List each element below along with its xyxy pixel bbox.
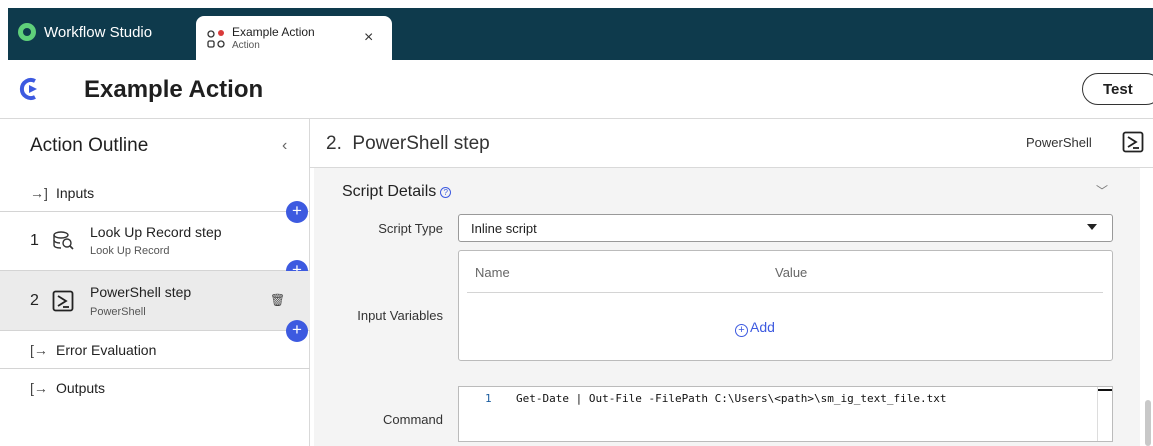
tab-example-action[interactable]: Example Action Action × xyxy=(196,16,392,60)
caret-down-icon xyxy=(1087,224,1097,230)
step-title: Look Up Record step xyxy=(90,224,222,240)
brand[interactable]: Workflow Studio xyxy=(18,14,152,50)
sidebar-step-2[interactable]: 2 PowerShell step PowerShell 🗑 xyxy=(0,271,310,331)
command-code: Get-Date | Out-File -FilePath C:\Users\<… xyxy=(516,392,947,405)
delete-step-icon[interactable]: 🗑 xyxy=(270,293,285,307)
add-variable-button[interactable]: + Add xyxy=(735,319,775,337)
input-arrow-icon: →] xyxy=(30,185,48,201)
top-bar-background xyxy=(8,8,1153,60)
editor-scrollbar[interactable] xyxy=(1097,387,1112,441)
add-label: Add xyxy=(750,319,775,335)
test-button[interactable]: Test xyxy=(1082,73,1153,105)
top-bar: Workflow Studio Example Action Action × xyxy=(0,0,1153,60)
input-variables-table: Name Value + Add xyxy=(458,250,1113,361)
column-name: Name xyxy=(475,265,510,280)
exit-arrow-icon: [→ xyxy=(30,380,48,396)
powershell-icon xyxy=(52,290,74,312)
powershell-icon xyxy=(1122,131,1144,153)
command-label: Command xyxy=(383,412,443,427)
section-title-text: Script Details xyxy=(342,183,437,200)
step-subtitle: PowerShell xyxy=(90,306,146,318)
add-circle-icon: + xyxy=(735,324,748,337)
sidebar-step-1[interactable]: 1 Look Up Record step Look Up Record xyxy=(0,212,310,271)
chevron-down-icon[interactable]: ﹀ xyxy=(1096,182,1108,199)
brand-name: Workflow Studio xyxy=(44,23,153,41)
page-title: Example Action xyxy=(84,76,264,103)
action-flow-icon xyxy=(207,30,225,48)
sidebar-item-outputs[interactable]: [→ Outputs xyxy=(0,369,310,409)
line-number: 1 xyxy=(485,392,492,405)
script-details-panel: Script Details? ﹀ Script Type Inline scr… xyxy=(314,168,1140,446)
tab-close-button[interactable]: × xyxy=(364,29,373,47)
outline-title: Action Outline xyxy=(30,135,149,156)
action-outline-sidebar: Action Outline ‹ →] Inputs + 1 Look Up R… xyxy=(0,118,310,446)
input-variables-label: Input Variables xyxy=(357,308,443,323)
lookup-record-icon xyxy=(53,231,74,250)
page-header: Example Action Test xyxy=(0,60,1153,118)
collapse-sidebar-button[interactable]: ‹ xyxy=(282,137,287,155)
action-icon xyxy=(19,78,37,100)
step-subtitle: Look Up Record xyxy=(90,245,170,257)
column-value: Value xyxy=(775,265,808,280)
section-title: Script Details? xyxy=(342,183,452,201)
brand-logo-icon xyxy=(18,23,36,41)
step-header: 2. PowerShell step PowerShell xyxy=(310,118,1153,168)
tab-title: Example Action xyxy=(232,25,315,39)
sidebar-item-label: Inputs xyxy=(56,185,95,201)
step-number: 1 xyxy=(30,232,39,249)
script-type-label: Script Type xyxy=(378,221,443,236)
sidebar-item-label: Outputs xyxy=(56,380,106,396)
page-scrollbar[interactable] xyxy=(1145,400,1151,446)
help-icon[interactable]: ? xyxy=(440,187,452,198)
sidebar-item-error-evaluation[interactable]: [→ Error Evaluation xyxy=(0,331,310,369)
exit-arrow-icon: [→ xyxy=(30,342,48,358)
step-type-label: PowerShell xyxy=(1026,135,1092,150)
step-number: 2 xyxy=(30,292,39,309)
step-heading: 2. PowerShell step xyxy=(326,133,490,154)
script-type-value: Inline script xyxy=(471,221,537,236)
sidebar-item-inputs[interactable]: →] Inputs xyxy=(0,174,310,212)
script-type-select[interactable]: Inline script xyxy=(458,214,1113,242)
sidebar-item-label: Error Evaluation xyxy=(56,342,157,358)
step-title: PowerShell step xyxy=(90,284,192,300)
tab-subtitle: Action xyxy=(232,40,260,51)
command-editor[interactable]: 1 Get-Date | Out-File -FilePath C:\Users… xyxy=(458,386,1113,442)
table-header: Name Value xyxy=(467,251,1103,293)
